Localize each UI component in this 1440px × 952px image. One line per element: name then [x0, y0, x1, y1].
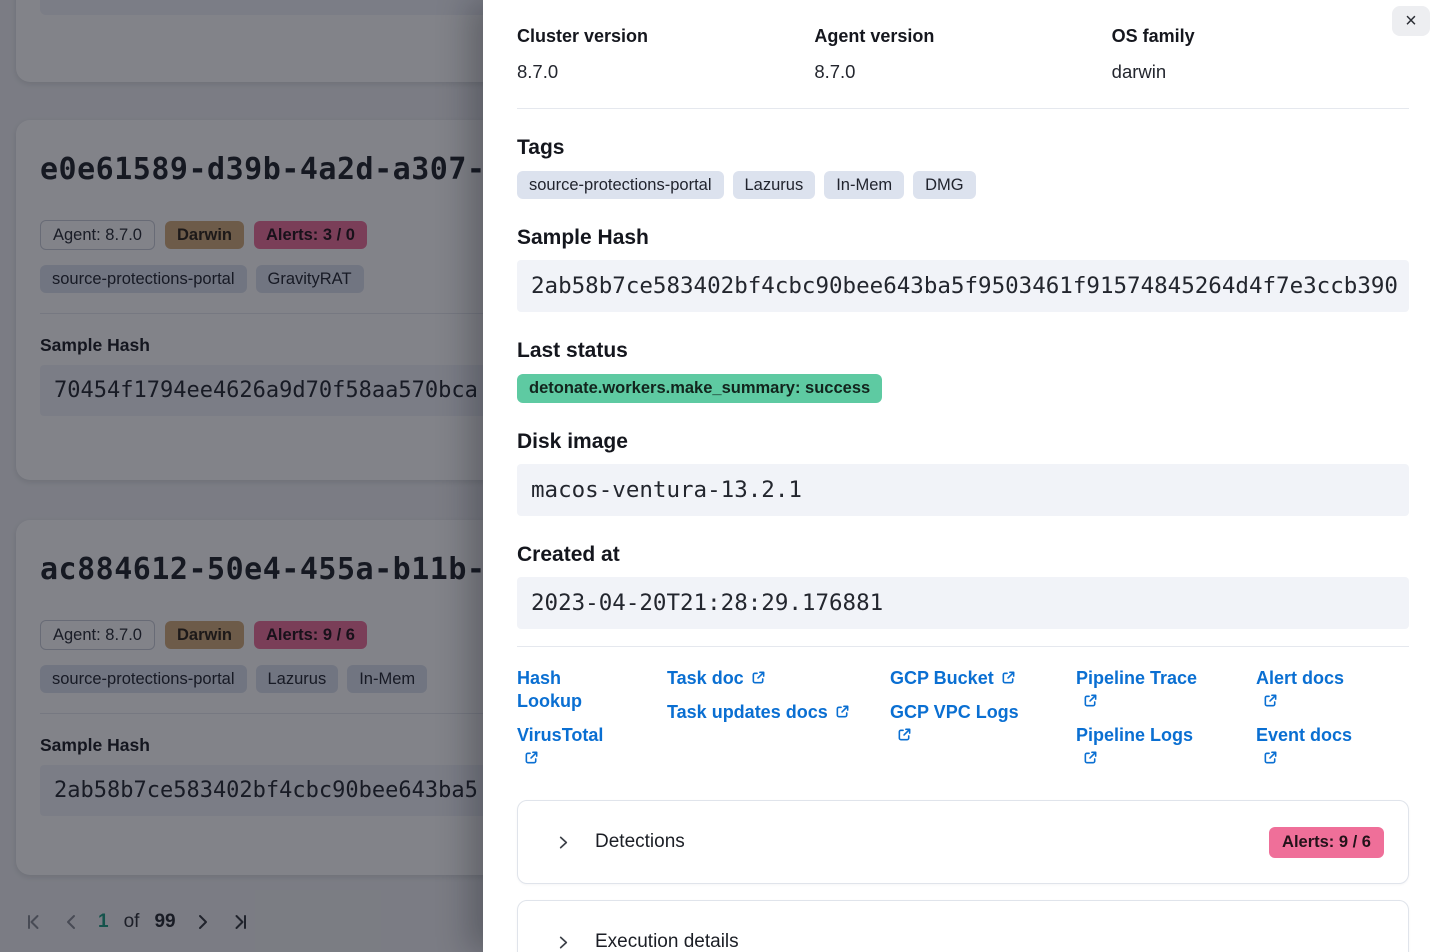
link-label: Hash Lookup [517, 668, 582, 711]
divider [517, 108, 1409, 109]
meta-os-family: OS family darwin [1112, 26, 1409, 83]
divider [517, 646, 1409, 647]
external-link-icon [1263, 693, 1278, 708]
close-button[interactable]: × [1392, 6, 1430, 36]
links-column: Hash Lookup VirusTotal [517, 667, 667, 770]
execution-details-accordion[interactable]: Execution details [517, 900, 1409, 952]
tag-pill: DMG [913, 171, 976, 199]
tag-pill: In-Mem [824, 171, 904, 199]
links-column: Task doc Task updates docs [667, 667, 890, 770]
alert-docs-link[interactable]: Alert docs [1256, 667, 1356, 713]
meta-label: Cluster version [517, 26, 814, 47]
external-link-icon [1083, 693, 1098, 708]
link-label: GCP VPC Logs [890, 702, 1019, 722]
links-section: Hash Lookup VirusTotal Task doc Task upd… [517, 667, 1409, 770]
status-badge: detonate.workers.make_summary: success [517, 374, 882, 403]
external-link-icon [1263, 750, 1278, 765]
created-at-value: 2023-04-20T21:28:29.176881 [517, 577, 1409, 629]
cluster-details-modal: × Cluster version 8.7.0 Agent version 8.… [483, 0, 1440, 952]
sample-hash-heading: Sample Hash [517, 226, 1409, 250]
meta-value: 8.7.0 [517, 61, 814, 83]
link-label: GCP Bucket [890, 668, 994, 688]
link-label: Task updates docs [667, 702, 828, 722]
hash-lookup-link[interactable]: Hash Lookup [517, 667, 612, 713]
last-status-heading: Last status [517, 339, 1409, 363]
chevron-right-icon [556, 935, 571, 950]
meta-cluster-version: Cluster version 8.7.0 [517, 26, 814, 83]
tags-heading: Tags [517, 136, 1409, 160]
tag-pill: source-protections-portal [517, 171, 724, 199]
task-doc-link[interactable]: Task doc [667, 667, 857, 690]
event-docs-link[interactable]: Event docs [1256, 724, 1356, 770]
meta-label: OS family [1112, 26, 1409, 47]
pipeline-trace-link[interactable]: Pipeline Trace [1076, 667, 1204, 713]
link-label: Event docs [1256, 725, 1352, 745]
gcp-bucket-link[interactable]: GCP Bucket [890, 667, 1035, 690]
link-label: VirusTotal [517, 725, 603, 745]
link-label: Alert docs [1256, 668, 1344, 688]
link-label: Pipeline Logs [1076, 725, 1193, 745]
alerts-badge: Alerts: 9 / 6 [1269, 827, 1384, 858]
pipeline-logs-link[interactable]: Pipeline Logs [1076, 724, 1204, 770]
virustotal-link[interactable]: VirusTotal [517, 724, 612, 770]
external-link-icon [897, 727, 912, 742]
links-column: Pipeline Trace Pipeline Logs [1076, 667, 1256, 770]
execution-details-label: Execution details [595, 931, 739, 952]
disk-image-heading: Disk image [517, 430, 1409, 454]
external-link-icon [835, 704, 850, 719]
external-link-icon [524, 750, 539, 765]
tag-row: source-protections-portal Lazurus In-Mem… [517, 171, 1409, 199]
links-column: Alert docs Event docs [1256, 667, 1409, 770]
gcp-vpc-logs-link[interactable]: GCP VPC Logs [890, 701, 1035, 747]
external-link-icon [751, 670, 766, 685]
meta-agent-version: Agent version 8.7.0 [814, 26, 1111, 83]
link-label: Task doc [667, 668, 744, 688]
created-at-heading: Created at [517, 543, 1409, 567]
meta-value: 8.7.0 [814, 61, 1111, 83]
meta-row: Cluster version 8.7.0 Agent version 8.7.… [517, 26, 1409, 83]
meta-label: Agent version [814, 26, 1111, 47]
close-icon: × [1405, 11, 1417, 31]
disk-image-value: macos-ventura-13.2.1 [517, 464, 1409, 516]
task-updates-docs-link[interactable]: Task updates docs [667, 701, 857, 724]
link-label: Pipeline Trace [1076, 668, 1197, 688]
tag-pill: Lazurus [733, 171, 816, 199]
detections-accordion[interactable]: Detections Alerts: 9 / 6 [517, 800, 1409, 884]
sample-hash-value: 2ab58b7ce583402bf4cbc90bee643ba5f9503461… [517, 260, 1409, 312]
detections-label: Detections [595, 831, 685, 853]
external-link-icon [1001, 670, 1016, 685]
chevron-right-icon [556, 835, 571, 850]
meta-value: darwin [1112, 61, 1409, 83]
links-column: GCP Bucket GCP VPC Logs [890, 667, 1076, 770]
external-link-icon [1083, 750, 1098, 765]
